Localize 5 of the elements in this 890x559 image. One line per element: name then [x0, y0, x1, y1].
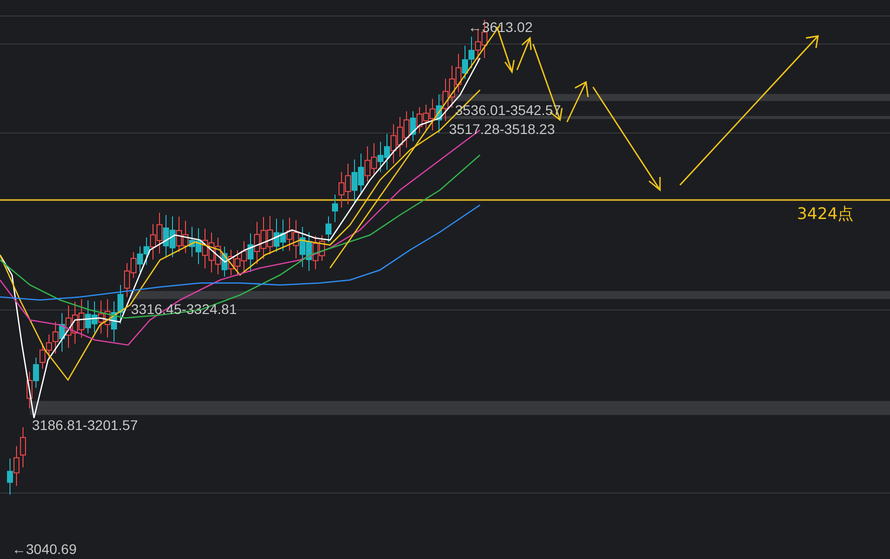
level-label: 3424点: [797, 204, 854, 223]
price-label: 3186.81-3201.57: [32, 417, 138, 433]
forecast-arrow: [566, 80, 589, 122]
price-label: ←3040.69: [12, 541, 77, 557]
price-label: 3517.28-3518.23: [449, 121, 555, 137]
